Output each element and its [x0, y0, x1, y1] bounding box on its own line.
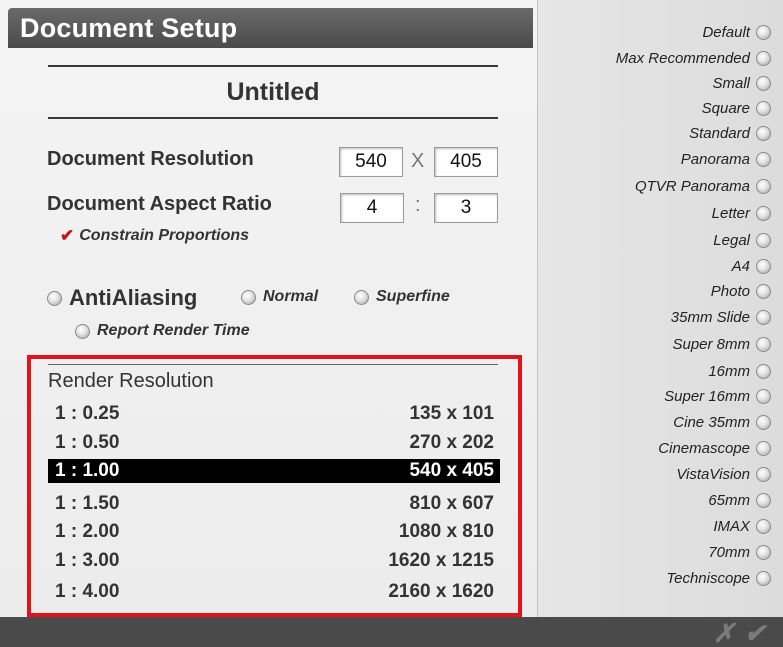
preset-imax[interactable]: IMAX	[713, 514, 771, 538]
aspect-separator: :	[415, 194, 421, 216]
aspect-width-field[interactable]: 4	[340, 193, 404, 223]
antialiasing-toggle[interactable]: AntiAliasing	[47, 285, 197, 311]
radio-icon	[354, 289, 369, 305]
preset-square[interactable]: Square	[702, 96, 771, 120]
resolution-separator: X	[411, 150, 425, 172]
report-render-time-option[interactable]: Report Render Time	[75, 322, 250, 340]
normal-label: Normal	[263, 288, 319, 305]
radio-icon	[756, 232, 771, 248]
cancel-button[interactable]: ✗	[713, 618, 735, 647]
antialiasing-label: AntiAliasing	[69, 285, 198, 310]
radio-icon	[241, 289, 256, 305]
radio-icon	[756, 388, 771, 404]
radio-icon	[756, 518, 771, 534]
radio-icon	[756, 151, 771, 167]
radio-icon	[756, 283, 771, 299]
radio-icon	[756, 125, 771, 141]
constrain-proportions-checkbox[interactable]: ✔ Constrain Proportions	[60, 226, 249, 246]
radio-icon	[47, 290, 62, 306]
preset-photo[interactable]: Photo	[711, 279, 771, 303]
document-setup-dialog: Document Setup Untitled Document Resolut…	[0, 0, 783, 647]
radio-icon	[756, 363, 771, 379]
preset-panel: Default Max Recommended Small Square Sta…	[537, 0, 783, 617]
preset-70mm[interactable]: 70mm	[708, 540, 771, 564]
document-resolution-label: Document Resolution	[47, 148, 254, 170]
radio-icon	[756, 336, 771, 352]
divider-top	[48, 65, 498, 67]
radio-icon	[756, 100, 771, 116]
preset-panorama[interactable]: Panorama	[681, 147, 771, 171]
radio-icon	[756, 544, 771, 560]
document-name[interactable]: Untitled	[48, 78, 498, 107]
constrain-proportions-label: Constrain Proportions	[79, 227, 250, 244]
preset-35mm-slide[interactable]: 35mm Slide	[671, 305, 771, 329]
preset-default[interactable]: Default	[702, 20, 771, 44]
render-resolution-highlight	[27, 355, 522, 617]
preset-qtvr-panorama[interactable]: QTVR Panorama	[635, 174, 771, 198]
preset-letter[interactable]: Letter	[712, 201, 771, 225]
preset-standard[interactable]: Standard	[689, 121, 771, 145]
resolution-height-field[interactable]: 405	[434, 147, 498, 177]
preset-max-recommended[interactable]: Max Recommended	[616, 46, 771, 70]
checkmark-icon: ✔	[60, 226, 75, 245]
resolution-width-field[interactable]: 540	[339, 147, 403, 177]
radio-icon	[756, 205, 771, 221]
radio-icon	[75, 323, 90, 339]
preset-cine-35mm[interactable]: Cine 35mm	[673, 410, 771, 434]
report-render-time-label: Report Render Time	[97, 322, 250, 339]
aspect-height-field[interactable]: 3	[434, 193, 498, 223]
preset-super-16mm[interactable]: Super 16mm	[664, 384, 771, 408]
radio-icon	[756, 309, 771, 325]
preset-small[interactable]: Small	[712, 71, 771, 95]
radio-icon	[756, 50, 771, 66]
preset-legal[interactable]: Legal	[713, 228, 771, 252]
preset-cinemascope[interactable]: Cinemascope	[658, 436, 771, 460]
preset-65mm[interactable]: 65mm	[708, 488, 771, 512]
main-panel: Document Setup Untitled Document Resolut…	[0, 0, 537, 617]
superfine-label: Superfine	[376, 288, 450, 305]
preset-a4[interactable]: A4	[732, 254, 771, 278]
aspect-ratio-label: Document Aspect Ratio	[47, 193, 272, 215]
preset-techniscope[interactable]: Techniscope	[666, 566, 771, 590]
preset-super-8mm[interactable]: Super 8mm	[672, 332, 771, 356]
radio-icon	[756, 466, 771, 482]
antialiasing-superfine-option[interactable]: Superfine	[354, 288, 450, 306]
radio-icon	[756, 258, 771, 274]
radio-icon	[756, 24, 771, 40]
radio-icon	[756, 570, 771, 586]
bottom-bar: ✗ ✔	[0, 617, 783, 647]
title-bar: Document Setup	[8, 8, 533, 48]
radio-icon	[756, 440, 771, 456]
radio-icon	[756, 492, 771, 508]
dialog-title: Document Setup	[20, 13, 238, 43]
divider-name	[48, 117, 498, 119]
radio-icon	[756, 75, 771, 91]
antialiasing-normal-option[interactable]: Normal	[241, 288, 318, 306]
preset-16mm[interactable]: 16mm	[708, 359, 771, 383]
radio-icon	[756, 414, 771, 430]
preset-vistavision[interactable]: VistaVision	[676, 462, 771, 486]
ok-button[interactable]: ✔	[744, 618, 766, 647]
radio-icon	[756, 178, 771, 194]
